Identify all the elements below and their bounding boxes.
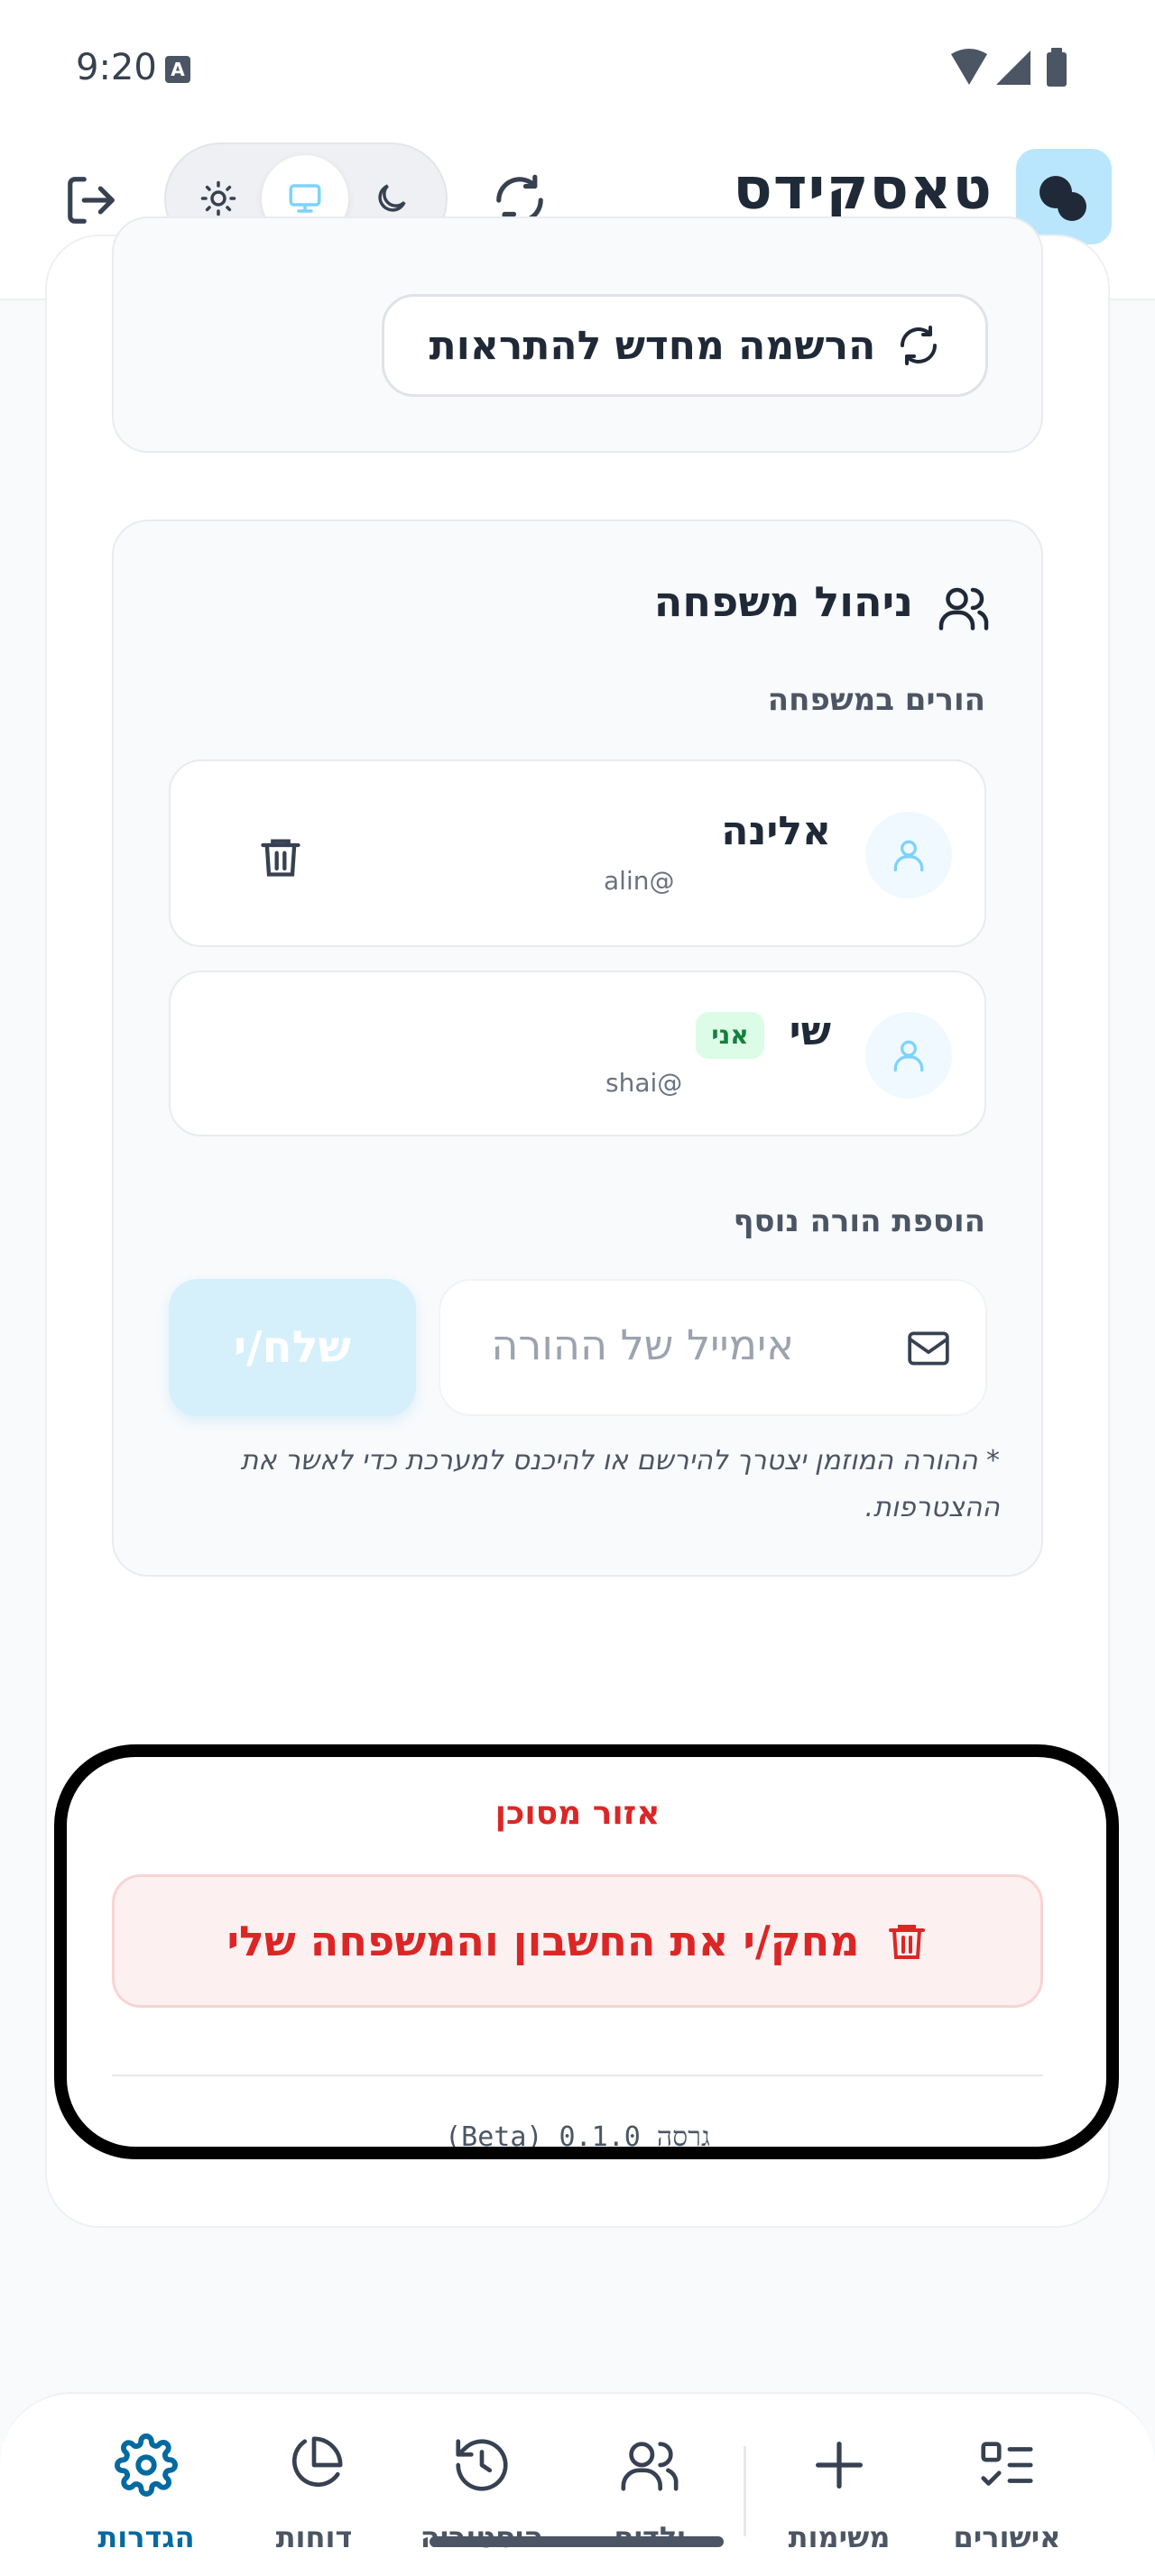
app-title: טאסקידס (733, 156, 993, 223)
nav-label: הגדרות (97, 2520, 195, 2554)
notification-icon: A (165, 56, 190, 83)
parent-email-input[interactable]: אימייל של ההורה (439, 1279, 987, 1416)
monitor-icon (289, 184, 321, 213)
bottom-nav: אישורים משימות ילדים היסטוריה דוחות הגדר… (0, 2392, 1155, 2576)
user-icon (893, 1040, 924, 1072)
battery-icon (1047, 52, 1067, 87)
refresh-icon (901, 326, 938, 365)
logout-button[interactable] (63, 172, 119, 228)
reregister-label: הרשמה מחדש להתראות (429, 322, 876, 369)
mail-icon (908, 1331, 949, 1366)
parent-card: שי אני shai@ (169, 971, 986, 1136)
avatar (865, 812, 952, 898)
nav-item-approvals[interactable]: אישורים (926, 2433, 1088, 2560)
nav-label: דוחות (275, 2520, 353, 2554)
me-badge: אני (696, 1012, 764, 1059)
status-bar: 9:20 A (0, 0, 1155, 140)
status-time: 9:20 (76, 47, 157, 88)
nav-item-settings[interactable]: הגדרות (65, 2433, 227, 2560)
parent-email: shai@ (605, 1068, 683, 1098)
avatar (865, 1012, 952, 1099)
send-invite-button[interactable]: שלח/י (169, 1279, 416, 1416)
reregister-notifications-button[interactable]: הרשמה מחדש להתראות (382, 294, 988, 397)
nav-label: אישורים (953, 2520, 1061, 2554)
parent-name: שי (789, 1008, 831, 1054)
highlight-frame (54, 1744, 1119, 2159)
sun-icon (200, 180, 236, 216)
email-placeholder: אימייל של ההורה (491, 1320, 794, 1369)
parent-name: אלינה (721, 808, 831, 854)
history-icon (456, 2439, 508, 2491)
moon-icon (378, 184, 406, 212)
user-icon (893, 840, 924, 872)
system-status-icons (951, 48, 1067, 87)
nav-label: משימות (788, 2520, 891, 2554)
family-section-title: ניהול משפחה (653, 577, 913, 626)
invite-note: * ההורה המוזמן יצטרך להירשם או להיכנס למ… (240, 1445, 1000, 1523)
pie-chart-icon (291, 2436, 343, 2488)
signal-icon (996, 51, 1030, 85)
plus-icon (816, 2442, 863, 2489)
remove-parent-button[interactable] (257, 833, 304, 880)
parent-card: אלינה alin@ (169, 759, 986, 947)
logout-icon (68, 177, 115, 224)
wifi-icon (951, 49, 987, 85)
add-parent-label: הוספת הורה נוסף (733, 1203, 985, 1239)
nav-item-tasks[interactable]: משימות (758, 2433, 920, 2560)
trash-icon (261, 839, 300, 877)
nav-divider (744, 2446, 746, 2536)
users-icon (621, 2442, 679, 2491)
parents-label: הורים במשפחה (767, 682, 985, 718)
nav-item-reports[interactable]: דוחות (233, 2433, 395, 2560)
checklist-icon (981, 2442, 1033, 2486)
users-icon (938, 587, 989, 630)
gear-icon (115, 2433, 178, 2497)
home-indicator[interactable] (430, 2536, 724, 2547)
parent-email: alin@ (604, 866, 675, 896)
